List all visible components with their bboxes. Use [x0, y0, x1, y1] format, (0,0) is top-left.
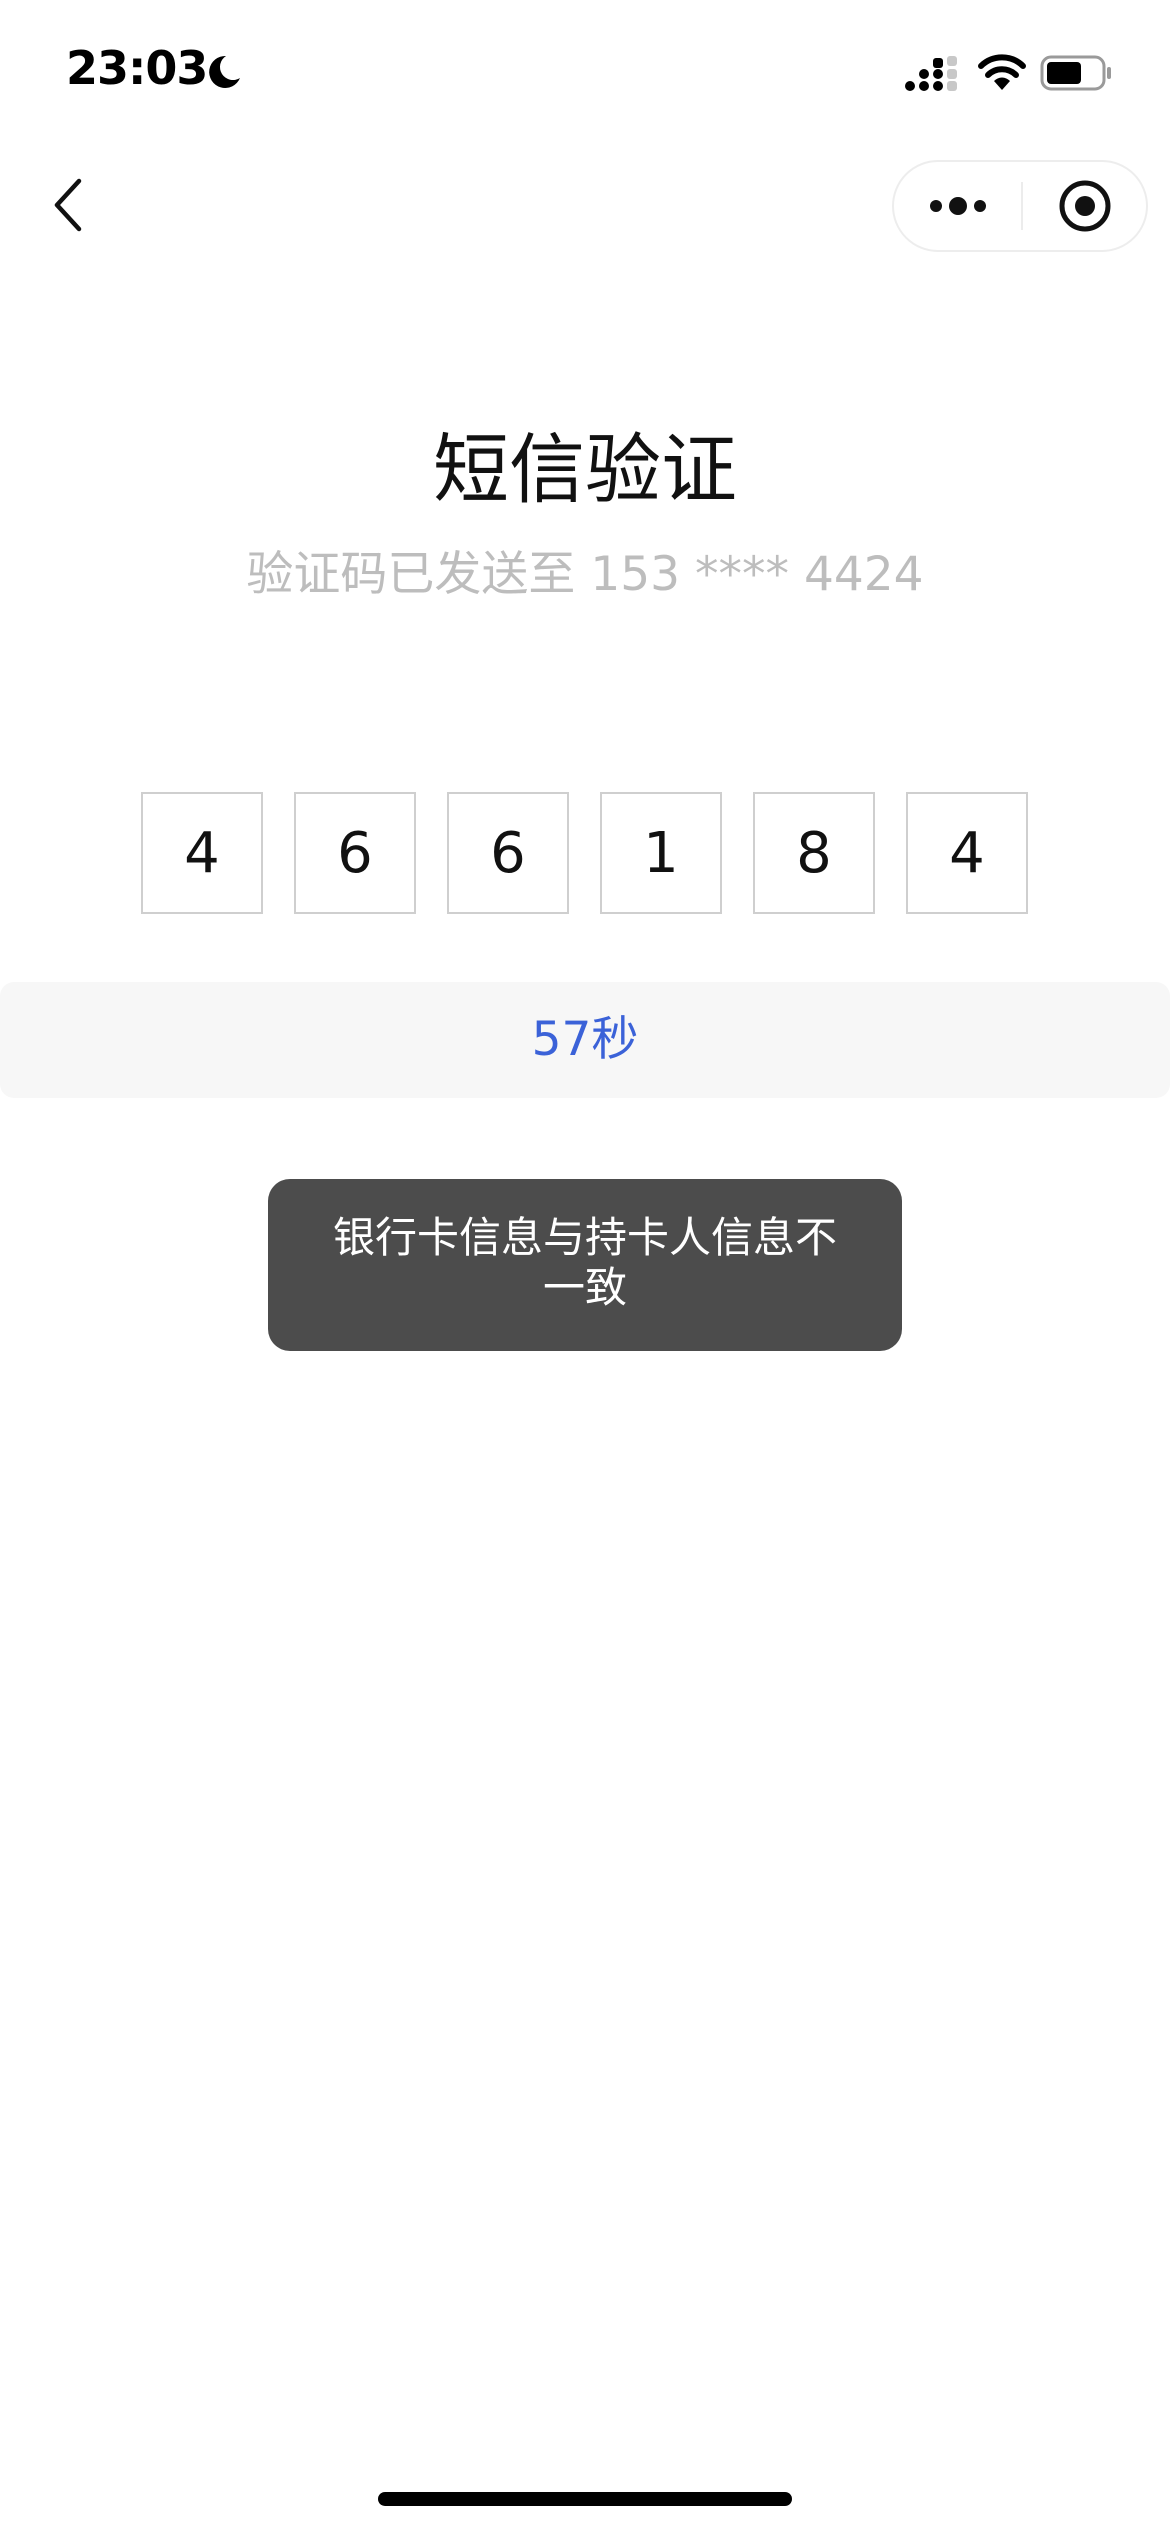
- code-digit-box[interactable]: 6: [294, 792, 416, 914]
- status-time: 23:03: [66, 41, 208, 95]
- error-toast: 银行卡信息与持卡人信息不一致: [268, 1179, 902, 1351]
- code-digit-box[interactable]: 4: [141, 792, 263, 914]
- more-dots-icon: [929, 197, 986, 215]
- chevron-left-icon: [54, 178, 82, 232]
- home-indicator: [378, 2492, 792, 2506]
- code-digit-box[interactable]: 4: [906, 792, 1028, 914]
- toast-message: 银行卡信息与持卡人信息不一致: [332, 1213, 837, 1312]
- screen: 23:03 短信验证 验证码已发送至 153 **** 4424 4 6 6 1…: [0, 0, 1170, 2532]
- target-circle-icon: [1059, 180, 1110, 232]
- back-button[interactable]: [38, 170, 98, 240]
- countdown-label: 57秒: [531, 1012, 639, 1067]
- cellular-signal-icon: [905, 56, 957, 91]
- wifi-icon: [978, 54, 1026, 90]
- moon-icon: [209, 55, 240, 88]
- verification-code-input[interactable]: 4 6 6 1 8 4: [141, 792, 1031, 914]
- resend-countdown-button[interactable]: 57秒: [0, 982, 1170, 1098]
- page-title: 短信验证: [433, 425, 737, 514]
- miniprogram-capsule: [892, 160, 1148, 252]
- battery-icon: [1040, 55, 1111, 91]
- sent-to-phone-text: 验证码已发送至 153 **** 4424: [246, 547, 924, 602]
- code-digit-box[interactable]: 6: [447, 792, 569, 914]
- close-miniprogram-button[interactable]: [1023, 162, 1146, 250]
- more-button[interactable]: [894, 162, 1021, 250]
- code-digit-box[interactable]: 8: [753, 792, 875, 914]
- code-digit-box[interactable]: 1: [600, 792, 722, 914]
